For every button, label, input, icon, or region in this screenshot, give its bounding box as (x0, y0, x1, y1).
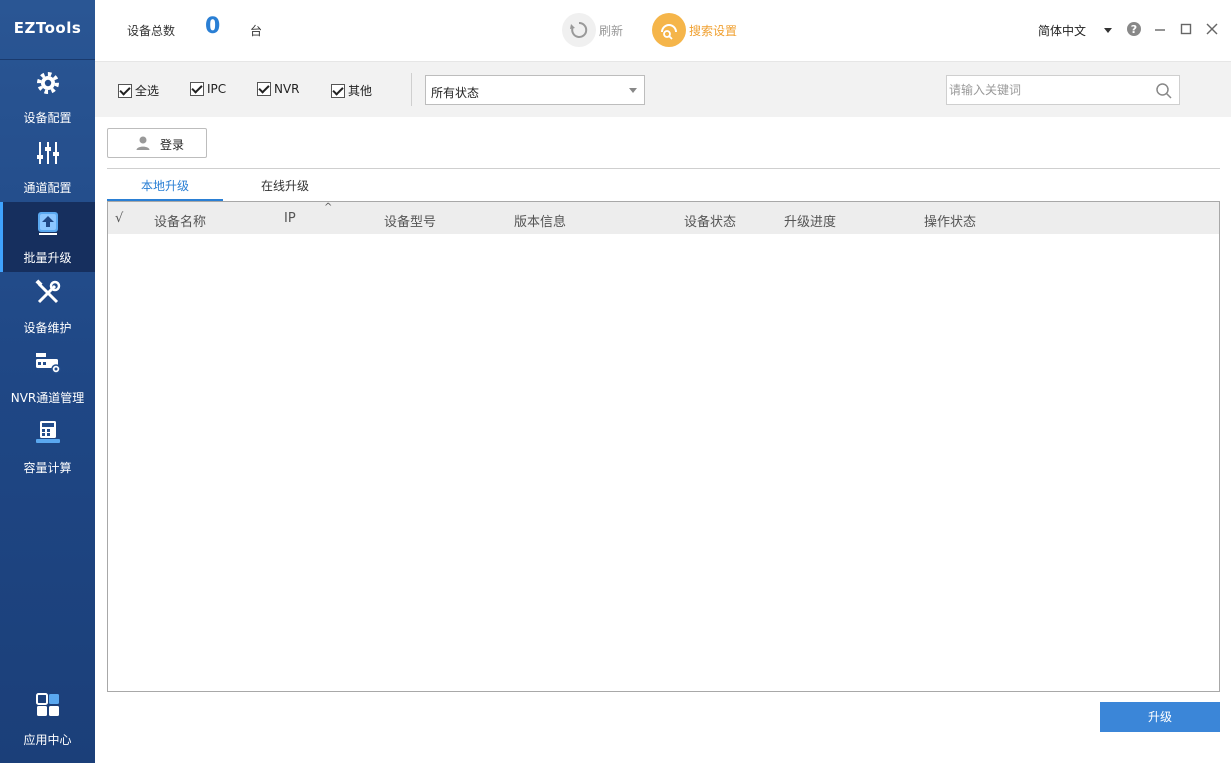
sidebar-item-nvr-channel-management[interactable]: NVR通道管理 (0, 342, 95, 412)
tab-online-upgrade[interactable]: 在线升级 (227, 172, 343, 200)
column-device-status[interactable]: 设备状态 (684, 211, 736, 230)
chevron-down-icon (1104, 28, 1113, 33)
upgrade-button[interactable]: 升级 (1100, 702, 1220, 732)
ipc-checkbox[interactable]: IPC (190, 82, 226, 96)
app-logo: EZTools (0, 0, 95, 60)
sidebar-item-label: 设备维护 (23, 321, 72, 335)
refresh-label: 刷新 (599, 23, 624, 38)
filter-bar: 全选 IPC NVR 其他 所有状态 (95, 62, 1231, 117)
search-icon[interactable] (1155, 82, 1173, 100)
column-version-info[interactable]: 版本信息 (514, 211, 566, 230)
help-icon: ? (1127, 22, 1141, 36)
user-icon (136, 136, 150, 150)
minimize-icon (1155, 29, 1165, 31)
column-device-model[interactable]: 设备型号 (384, 211, 436, 230)
divider (107, 168, 1220, 169)
checkbox-checked (331, 83, 345, 98)
table-header: √ 设备名称 IP ^ 设备型号 版本信息 设备状态 升级进度 操作状态 (108, 202, 1219, 234)
sidebar-item-app-center[interactable]: 应用中心 (0, 684, 95, 754)
maximize-icon (1180, 23, 1192, 35)
nvr-checkbox[interactable]: NVR (257, 82, 300, 96)
other-checkbox[interactable]: 其他 (331, 82, 372, 99)
other-label: 其他 (348, 84, 373, 98)
minimize-button[interactable] (1149, 18, 1171, 40)
sidebar-item-label: 批量升级 (23, 251, 72, 265)
language-label: 简体中文 (1038, 24, 1087, 38)
sidebar: EZTools 设备配置 通道配置 批量升级 设备维护 NVR通道管理 容量计算… (0, 0, 95, 763)
login-label: 登录 (160, 138, 185, 152)
status-select[interactable]: 所有状态 (425, 75, 645, 105)
refresh-icon (570, 21, 588, 38)
upgrade-icon (38, 212, 58, 235)
login-button[interactable]: 登录 (107, 128, 207, 158)
refresh-button[interactable]: 刷新 (562, 12, 623, 48)
sidebar-item-label: 容量计算 (23, 461, 72, 475)
top-bar: 设备总数 0 台 刷新 搜索设置 简体中文 ? (95, 0, 1231, 62)
column-upgrade-progress[interactable]: 升级进度 (784, 211, 836, 230)
column-select-all[interactable]: √ (115, 211, 123, 226)
tab-local-upgrade[interactable]: 本地升级 (107, 172, 223, 201)
status-select-value: 所有状态 (431, 86, 480, 100)
device-table: √ 设备名称 IP ^ 设备型号 版本信息 设备状态 升级进度 操作状态 (107, 201, 1220, 692)
select-all-checkbox[interactable]: 全选 (118, 82, 159, 99)
calculator-icon (36, 421, 60, 443)
sidebar-item-batch-upgrade[interactable]: 批量升级 (0, 202, 95, 272)
close-icon (1206, 23, 1218, 35)
search-settings-button[interactable]: 搜索设置 (652, 12, 737, 48)
help-button[interactable]: ? (1123, 18, 1145, 40)
maximize-button[interactable] (1175, 18, 1197, 40)
sidebar-item-label: NVR通道管理 (10, 391, 85, 405)
wrench-icon (35, 279, 61, 304)
sidebar-item-label: 通道配置 (23, 181, 72, 195)
sliders-icon (37, 142, 59, 164)
sidebar-item-device-config[interactable]: 设备配置 (0, 62, 95, 132)
nvr-label: NVR (274, 82, 300, 96)
device-unit: 台 (250, 24, 263, 38)
nvr-icon (36, 353, 61, 374)
checkbox-checked (257, 82, 271, 96)
sidebar-item-label: 设备配置 (23, 111, 72, 125)
search-input[interactable] (949, 80, 1154, 100)
checkbox-checked (190, 82, 204, 96)
sidebar-item-label: 应用中心 (23, 733, 72, 747)
sidebar-item-device-maintenance[interactable]: 设备维护 (0, 272, 95, 342)
device-count: 0 (205, 14, 221, 39)
sort-ascending-icon: ^ (324, 202, 333, 213)
column-operation-status[interactable]: 操作状态 (924, 211, 976, 230)
close-button[interactable] (1201, 18, 1223, 40)
svg-text:?: ? (1131, 23, 1137, 36)
column-device-name[interactable]: 设备名称 (154, 211, 206, 230)
search-settings-label: 搜索设置 (689, 23, 738, 38)
app-grid-icon (36, 693, 59, 716)
sidebar-item-capacity-calculation[interactable]: 容量计算 (0, 412, 95, 482)
search-settings-icon (661, 24, 677, 40)
language-select[interactable]: 简体中文 (1038, 22, 1113, 39)
device-total-label: 设备总数 (127, 24, 176, 38)
column-ip[interactable]: IP (284, 211, 296, 226)
gear-icon (37, 72, 59, 94)
divider (411, 73, 412, 106)
select-all-label: 全选 (135, 84, 160, 98)
search-box (946, 75, 1180, 105)
ipc-label: IPC (207, 82, 227, 96)
chevron-down-icon (629, 88, 637, 93)
sidebar-item-channel-config[interactable]: 通道配置 (0, 132, 95, 202)
checkbox-checked (118, 83, 132, 98)
